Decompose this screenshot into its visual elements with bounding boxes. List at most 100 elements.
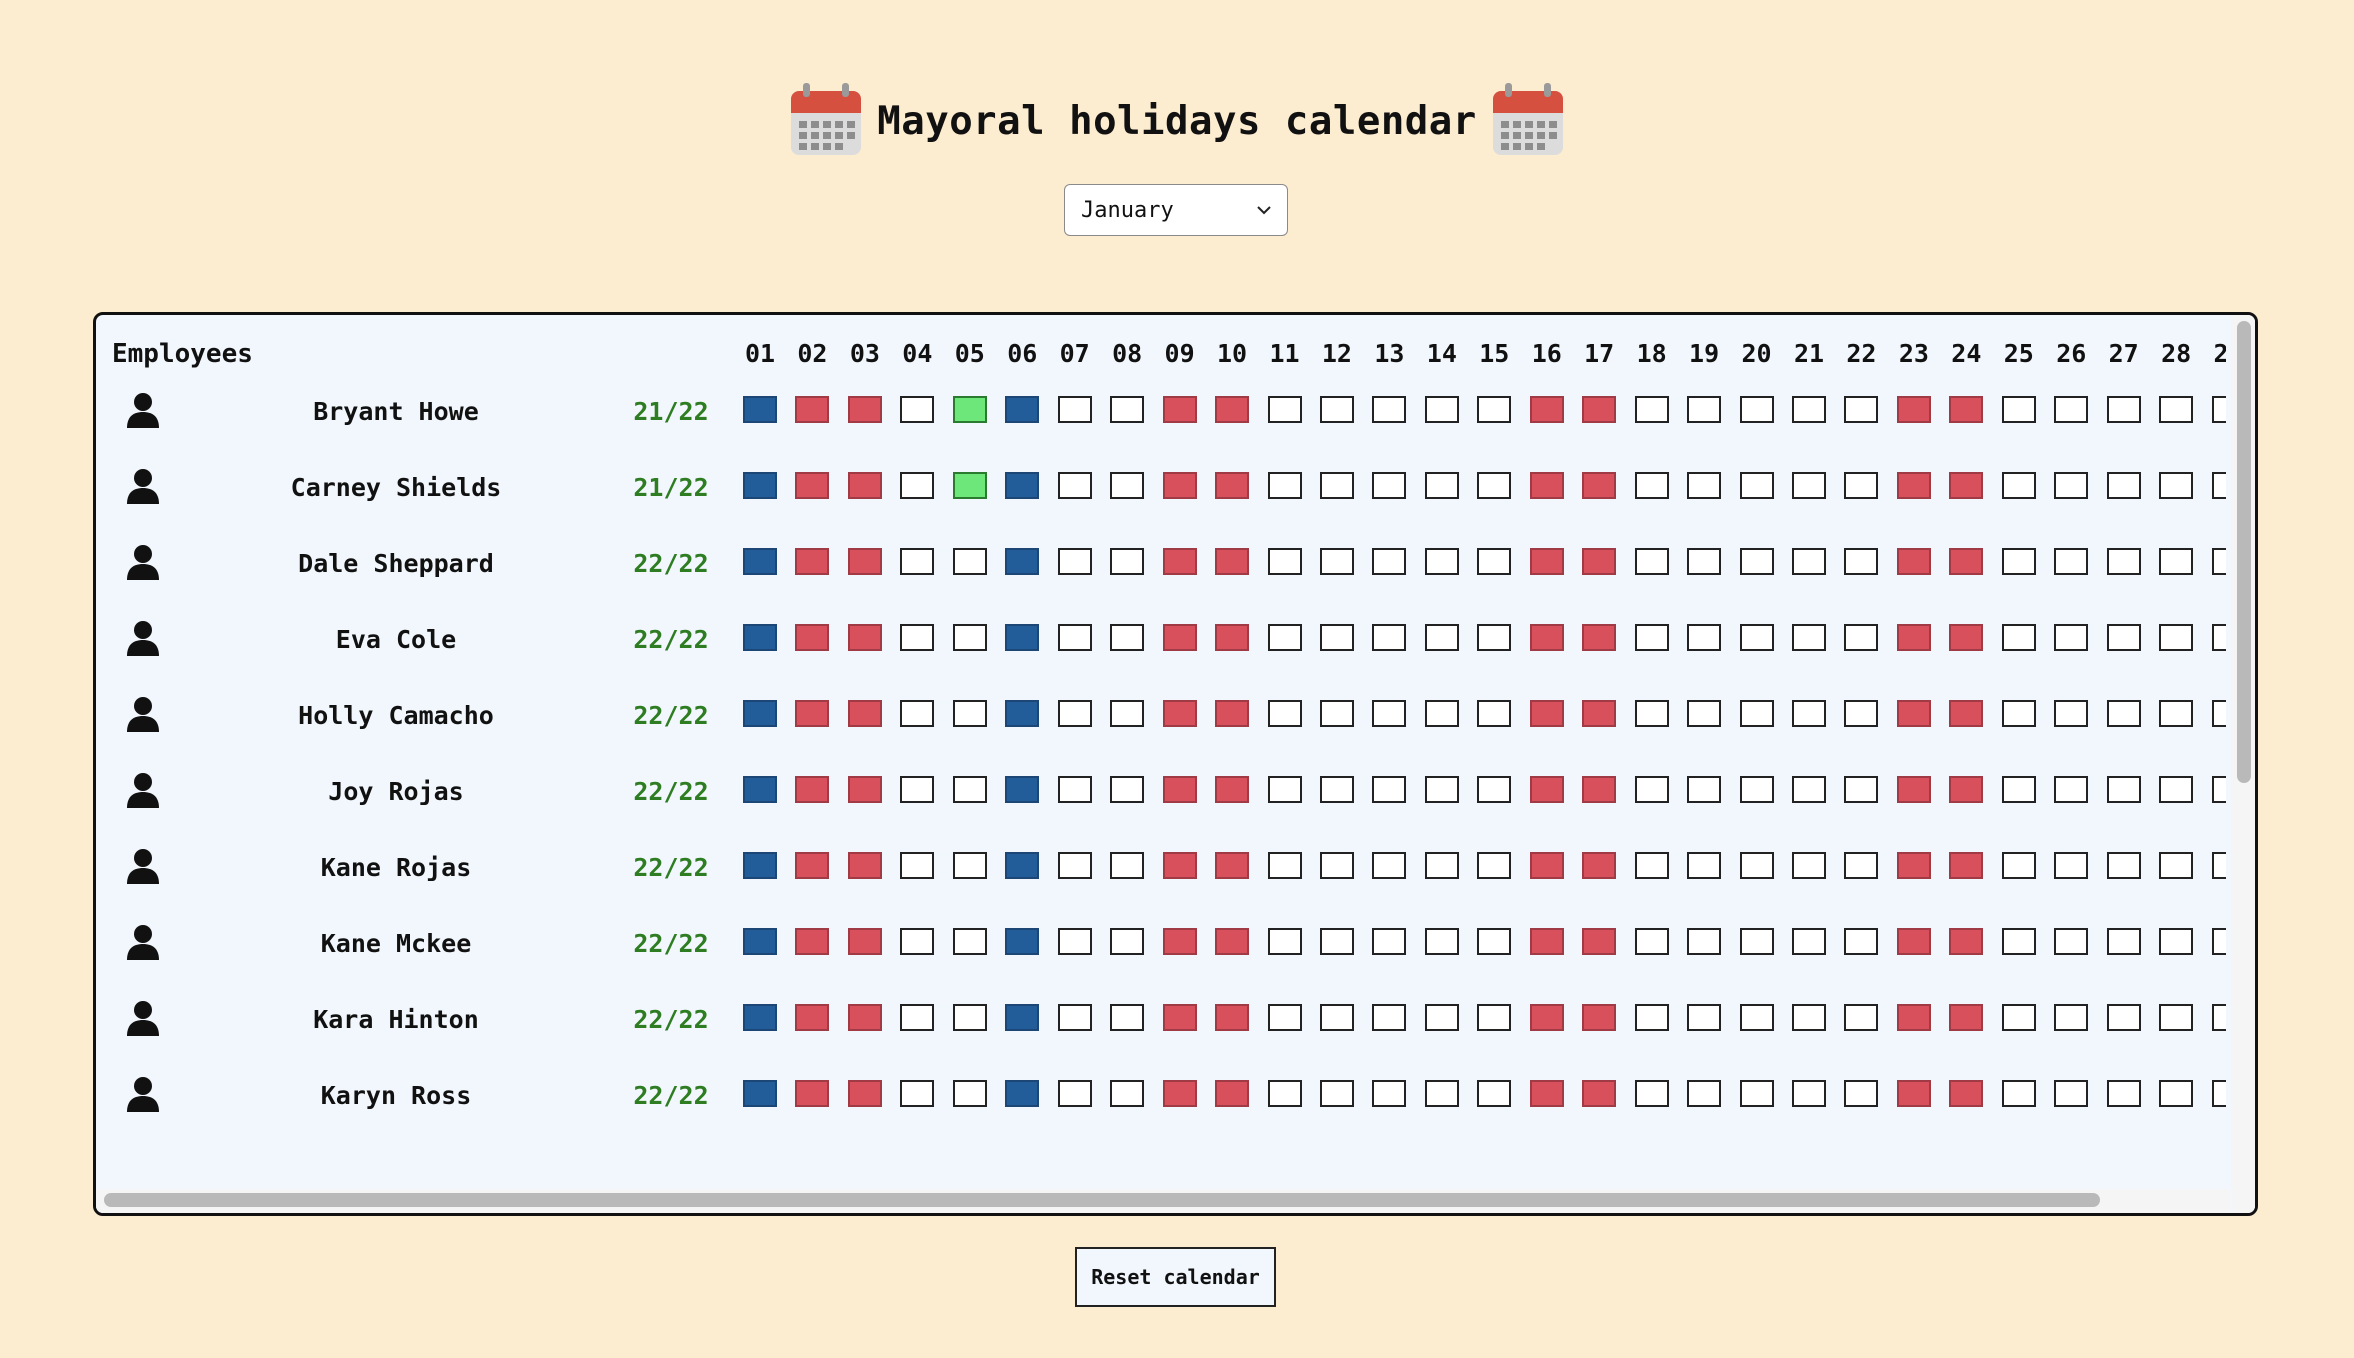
day-cell-01[interactable] [743,1004,777,1031]
day-cell-24[interactable] [1949,852,1984,879]
day-cell-21[interactable] [1792,624,1826,651]
day-cell-29[interactable] [2211,1080,2226,1107]
day-cell-18[interactable] [1634,852,1669,879]
day-cell-22[interactable] [1844,472,1879,499]
day-cell-15[interactable] [1477,624,1512,651]
day-cell-16[interactable] [1529,852,1564,879]
day-cell-20[interactable] [1739,1080,1774,1107]
day-cell-19[interactable] [1687,472,1722,499]
day-cell-17[interactable] [1582,852,1617,879]
day-cell-11[interactable] [1267,1004,1302,1031]
day-cell-26[interactable] [2054,928,2089,955]
day-cell-26[interactable] [2054,852,2089,879]
day-cell-01[interactable] [743,1080,777,1107]
day-cell-08[interactable] [1110,396,1145,423]
day-cell-26[interactable] [2054,396,2089,423]
day-cell-02[interactable] [795,624,830,651]
day-cell-20[interactable] [1739,928,1774,955]
day-cell-09[interactable] [1162,624,1197,651]
day-cell-16[interactable] [1529,928,1564,955]
day-cell-28[interactable] [2159,852,2194,879]
day-cell-11[interactable] [1267,472,1302,499]
day-cell-12[interactable] [1319,700,1354,727]
day-cell-26[interactable] [2054,776,2089,803]
day-cell-23[interactable] [1896,928,1931,955]
day-cell-24[interactable] [1949,776,1984,803]
day-cell-29[interactable] [2211,1004,2226,1031]
day-cell-22[interactable] [1844,548,1879,575]
day-cell-25[interactable] [2001,852,2036,879]
day-cell-13[interactable] [1372,548,1407,575]
day-cell-21[interactable] [1792,548,1826,575]
day-cell-10[interactable] [1215,1080,1250,1107]
day-cell-26[interactable] [2054,700,2089,727]
day-cell-09[interactable] [1162,928,1197,955]
day-cell-16[interactable] [1529,1080,1564,1107]
day-cell-05[interactable] [952,1080,987,1107]
day-cell-05[interactable] [952,548,987,575]
day-cell-12[interactable] [1319,624,1354,651]
day-cell-05[interactable] [952,624,987,651]
day-cell-15[interactable] [1477,1004,1512,1031]
day-cell-10[interactable] [1215,928,1250,955]
day-cell-27[interactable] [2106,396,2141,423]
day-cell-03[interactable] [847,776,882,803]
day-cell-17[interactable] [1582,548,1617,575]
day-cell-26[interactable] [2054,624,2089,651]
day-cell-25[interactable] [2001,776,2036,803]
day-cell-01[interactable] [743,548,777,575]
day-cell-22[interactable] [1844,700,1879,727]
day-cell-08[interactable] [1110,928,1145,955]
day-cell-12[interactable] [1319,396,1354,423]
day-cell-19[interactable] [1687,396,1722,423]
horizontal-scrollbar-thumb[interactable] [104,1193,2100,1207]
day-cell-28[interactable] [2159,548,2194,575]
day-cell-18[interactable] [1634,1080,1669,1107]
day-cell-10[interactable] [1215,548,1250,575]
day-cell-03[interactable] [847,396,882,423]
day-cell-25[interactable] [2001,700,2036,727]
day-cell-06[interactable] [1005,1004,1040,1031]
vertical-scrollbar-thumb[interactable] [2237,321,2251,783]
day-cell-04[interactable] [900,928,935,955]
day-cell-19[interactable] [1687,548,1722,575]
day-cell-27[interactable] [2106,852,2141,879]
day-cell-13[interactable] [1372,928,1407,955]
day-cell-01[interactable] [743,852,777,879]
day-cell-09[interactable] [1162,776,1197,803]
day-cell-19[interactable] [1687,700,1722,727]
day-cell-22[interactable] [1844,1004,1879,1031]
day-cell-07[interactable] [1057,852,1092,879]
day-cell-03[interactable] [847,852,882,879]
day-cell-29[interactable] [2211,852,2226,879]
day-cell-16[interactable] [1529,776,1564,803]
day-cell-08[interactable] [1110,472,1145,499]
day-cell-29[interactable] [2211,624,2226,651]
day-cell-02[interactable] [795,700,830,727]
day-cell-06[interactable] [1005,852,1040,879]
day-cell-24[interactable] [1949,472,1984,499]
day-cell-14[interactable] [1424,700,1459,727]
day-cell-24[interactable] [1949,928,1984,955]
day-cell-12[interactable] [1319,776,1354,803]
day-cell-09[interactable] [1162,548,1197,575]
day-cell-27[interactable] [2106,472,2141,499]
day-cell-29[interactable] [2211,928,2226,955]
day-cell-16[interactable] [1529,396,1564,423]
day-cell-16[interactable] [1529,472,1564,499]
day-cell-20[interactable] [1739,776,1774,803]
day-cell-28[interactable] [2159,928,2194,955]
day-cell-03[interactable] [847,1004,882,1031]
day-cell-07[interactable] [1057,928,1092,955]
day-cell-20[interactable] [1739,472,1774,499]
day-cell-29[interactable] [2211,396,2226,423]
day-cell-09[interactable] [1162,1080,1197,1107]
day-cell-15[interactable] [1477,852,1512,879]
day-cell-23[interactable] [1896,1080,1931,1107]
day-cell-13[interactable] [1372,1080,1407,1107]
day-cell-15[interactable] [1477,396,1512,423]
day-cell-02[interactable] [795,928,830,955]
day-cell-21[interactable] [1792,396,1826,423]
day-cell-15[interactable] [1477,700,1512,727]
day-cell-02[interactable] [795,472,830,499]
